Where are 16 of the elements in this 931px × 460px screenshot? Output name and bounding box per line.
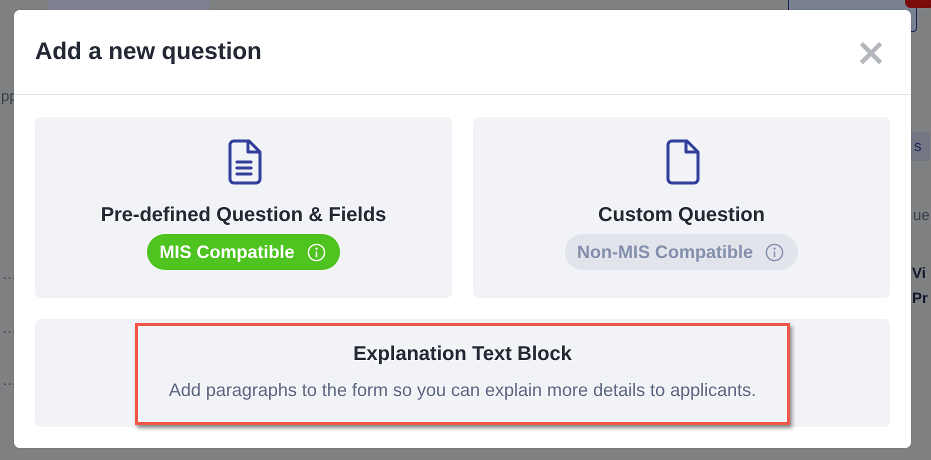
- blank-file-icon: [664, 139, 700, 185]
- document-icon: [226, 139, 262, 185]
- compatibility-badge: Non-MIS Compatible: [565, 234, 798, 270]
- text-fragment: ue: [913, 207, 930, 224]
- option-card[interactable]: Custom Question Non-MIS Compatible: [473, 117, 890, 298]
- dialog-title: Add a new question: [35, 38, 262, 66]
- option-title: Pre-defined Question & Fields: [100, 204, 386, 227]
- option-description: Add paragraphs to the form so you can explain more details to applicants.: [168, 380, 756, 401]
- option-card[interactable]: Explanation Text Block Add paragraphs to the form so you can explain more details to applicants.: [35, 319, 890, 427]
- option-title: Explanation Text Block: [353, 343, 572, 366]
- option-card[interactable]: Pre-defined Question & Fields MIS Compatible: [35, 117, 452, 298]
- heading-fragment: Vi: [912, 265, 926, 282]
- option-title: Custom Question: [598, 204, 765, 227]
- heading-fragment: Pr: [912, 290, 928, 307]
- info-icon[interactable]: [765, 242, 784, 262]
- compatibility-badge: MIS Compatible: [147, 234, 340, 270]
